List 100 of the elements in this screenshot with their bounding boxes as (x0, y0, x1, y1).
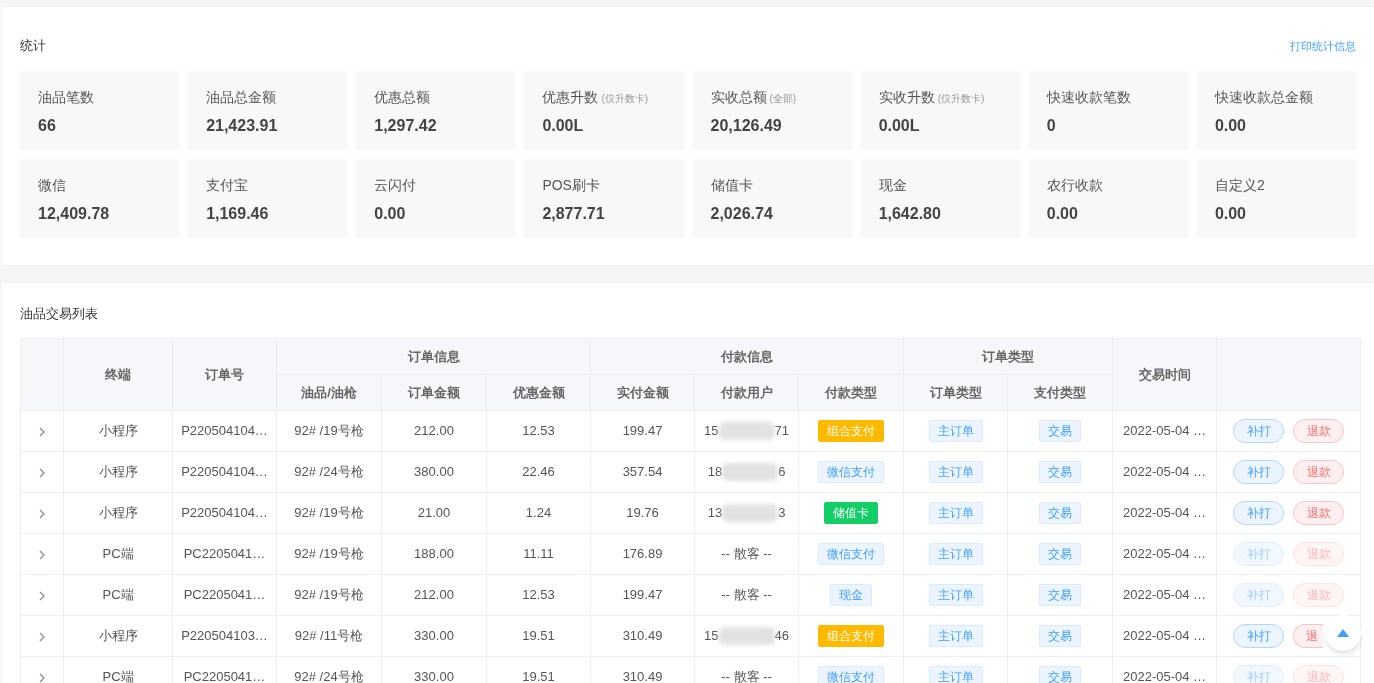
table-cell: 330.00 (381, 615, 487, 657)
chevron-right-icon[interactable] (39, 508, 45, 519)
phone-end: 3 (778, 504, 786, 523)
chevron-right-icon[interactable] (39, 549, 45, 560)
table-cell: 小程序 (63, 615, 173, 657)
table-cell: 2022-05-04 … (1112, 492, 1217, 534)
blurred-digits (718, 627, 775, 645)
table-cell: 2022-05-04 … (1112, 410, 1217, 452)
table-cell: 2022-05-04 … (1112, 574, 1217, 616)
table-cell: PC2205041… (172, 574, 277, 616)
tag: 主订单 (928, 461, 983, 483)
stat-value: 1,297.42 (374, 116, 438, 136)
refund-button[interactable]: 退款 (1293, 419, 1345, 443)
table-cell: PC2205041… (172, 533, 277, 575)
column-header: 付款类型 (798, 374, 904, 411)
table-cell: 310.49 (590, 615, 695, 657)
table-cell: 212.00 (381, 410, 487, 452)
stat-label: 油品总金额 (206, 88, 277, 107)
tag: 储值卡 (824, 502, 879, 524)
phone-start: 18 (707, 463, 723, 482)
refund-button[interactable]: 退款 (1293, 460, 1345, 484)
stat-label: 实收总额 (710, 88, 767, 107)
tag: 交易 (1039, 584, 1082, 606)
tag: 交易 (1039, 461, 1082, 483)
table-cell: 92# /11号枪 (276, 615, 382, 657)
reprint-button[interactable]: 补打 (1233, 501, 1285, 525)
column-header: 终端 (63, 338, 173, 411)
reprint-button[interactable]: 补打 (1233, 624, 1285, 648)
stat-value: 1,642.80 (878, 204, 942, 224)
chevron-right-icon[interactable] (39, 426, 45, 437)
table-cell: 92# /19号枪 (276, 410, 382, 452)
chevron-right-icon[interactable] (39, 672, 45, 683)
stat-label: POS刷卡 (542, 176, 600, 195)
stat-value: 0.00L (542, 116, 585, 136)
table-cell: 92# /19号枪 (276, 492, 382, 534)
stat-value: 0 (1046, 116, 1057, 136)
stat-label: 支付宝 (206, 176, 249, 195)
table-cell: P220504104… (172, 492, 277, 534)
stat-value: 2,026.74 (710, 204, 774, 224)
table-cell: 92# /19号枪 (276, 574, 382, 616)
table-cell: PC端 (63, 533, 173, 575)
column-header: 实付金额 (590, 374, 695, 411)
phone-start: 15 (704, 422, 719, 441)
tag: 交易 (1039, 420, 1082, 442)
stat-value: 20,126.49 (710, 116, 783, 136)
stat-note: (仅升数卡) (937, 92, 985, 106)
column-header: 优惠金额 (486, 374, 591, 411)
phone-end: 71 (774, 422, 789, 441)
tag: 主订单 (928, 543, 983, 565)
chevron-right-icon[interactable] (39, 590, 45, 601)
tag: 交易 (1039, 543, 1082, 565)
column-header: 订单类型 (903, 338, 1113, 375)
column-header: 订单号 (172, 338, 277, 411)
table-cell: 小程序 (63, 451, 173, 493)
stat-value: 0.00 (374, 204, 407, 224)
stat-value: 66 (38, 116, 57, 136)
table-cell: P220504104… (172, 451, 277, 493)
stat-value: 12,409.78 (38, 204, 111, 224)
print-link[interactable]: 打印统计信息 (1290, 37, 1356, 55)
table-cell: 2022-05-04 … (1112, 451, 1217, 493)
table-cell: 188.00 (381, 533, 487, 575)
table-cell: P220504103… (172, 615, 277, 657)
table-cell: 92# /19号枪 (276, 533, 382, 575)
caret-up-icon (1337, 629, 1349, 637)
stat-label: 快速收款总金额 (1214, 88, 1313, 107)
stat-value: 0.00L (878, 116, 921, 136)
table-cell: 22.46 (486, 451, 591, 493)
chevron-right-icon[interactable] (39, 467, 45, 478)
column-header: 订单信息 (276, 338, 591, 375)
table-cell: 2022-05-04 … (1112, 533, 1217, 575)
chevron-right-icon[interactable] (39, 631, 45, 642)
reprint-button[interactable]: 补打 (1233, 460, 1285, 484)
tag: 微信支付 (818, 666, 885, 683)
stat-label: 现金 (878, 176, 907, 195)
tag: 组合支付 (818, 420, 885, 442)
tag: 主订单 (928, 625, 983, 647)
blurred-digits (722, 463, 779, 481)
table-cell: 176.89 (590, 533, 695, 575)
table-cell: 199.47 (590, 574, 695, 616)
stat-value: 0.00 (1214, 204, 1247, 224)
stat-label: 储值卡 (710, 176, 753, 195)
stat-label: 云闪付 (374, 176, 417, 195)
table-cell: PC端 (63, 574, 173, 616)
stat-label: 油品笔数 (38, 88, 94, 107)
tag: 主订单 (928, 502, 983, 524)
phone-end: 6 (778, 463, 786, 482)
table-cell: 380.00 (381, 451, 487, 493)
reprint-button[interactable]: 补打 (1233, 419, 1285, 443)
table-cell: -- 散客 -- (694, 574, 799, 616)
refund-button[interactable]: 退 (1293, 624, 1324, 648)
phone-start: 15 (704, 627, 719, 646)
refund-button[interactable]: 退款 (1293, 501, 1345, 525)
table-cell: P220504104… (172, 410, 277, 452)
tag: 主订单 (928, 584, 983, 606)
table-cell: -- 散客 -- (694, 533, 799, 575)
table-cell: 21.00 (381, 492, 487, 534)
table-cell: 357.54 (590, 451, 695, 493)
stat-value: 2,877.71 (542, 204, 606, 224)
stat-value: 0.00 (1046, 204, 1079, 224)
stat-label: 快速收款笔数 (1046, 88, 1131, 107)
